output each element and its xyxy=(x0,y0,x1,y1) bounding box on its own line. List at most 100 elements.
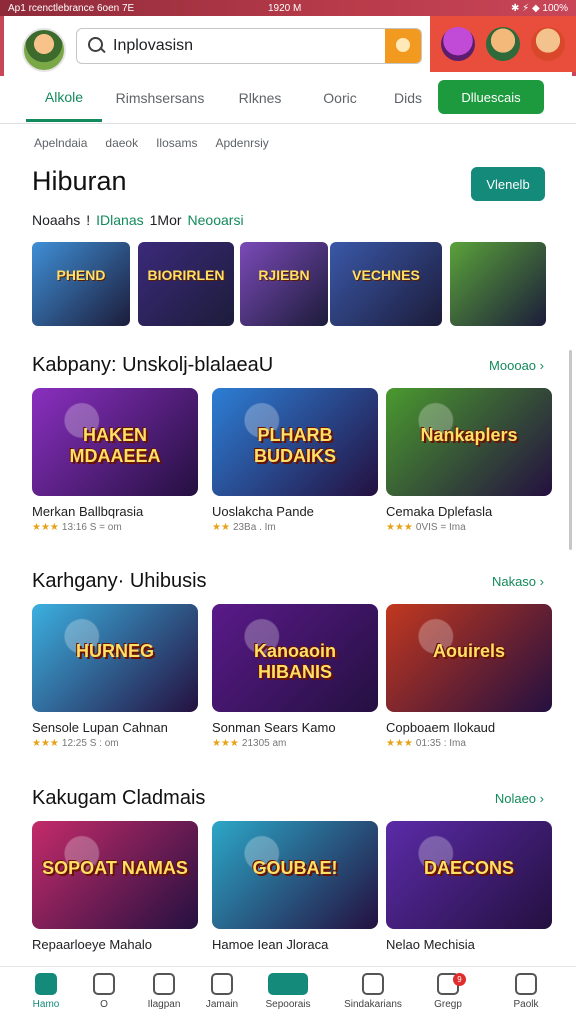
game-thumbnail: Kanoaoin HIBANIS xyxy=(212,604,378,712)
game-meta-text: 23Ba . Im xyxy=(232,522,276,533)
nav-item-home[interactable]: Hamo xyxy=(14,973,78,1010)
scrollbar[interactable] xyxy=(569,350,572,550)
search-input[interactable]: Inplovasisn xyxy=(113,37,385,55)
subtitle-line: Noaahs ! IDlanas 1Mor Neooarsi xyxy=(32,212,244,228)
thumbnail-title: HAKEN MDAAEEA xyxy=(69,424,161,466)
game-title: Repaarloeye Mahalo xyxy=(32,937,152,952)
game-meta-text: 13:16 S = om xyxy=(61,522,122,533)
tab-1[interactable]: Rimshsersans xyxy=(112,74,208,122)
clock-icon xyxy=(211,973,233,995)
view-all-button[interactable]: Vlenelb xyxy=(471,167,545,201)
chip-3[interactable]: Apdenrsiy xyxy=(215,136,268,150)
game-meta-text: 12:25 S : om xyxy=(61,738,119,749)
game-meta: ★★★ 01:35 : Ima xyxy=(386,738,552,749)
game-thumbnail: GOUBAE! xyxy=(212,821,378,929)
nav-item-7[interactable]: Paolk xyxy=(494,973,558,1010)
featured-thumb-3[interactable]: VECHNES xyxy=(330,242,442,326)
nav-item-6[interactable]: 9 Gregp xyxy=(416,973,480,1010)
game-card[interactable]: GOUBAE! Hamoe Iean Jloraca xyxy=(212,821,378,952)
subtitle-b[interactable]: IDlanas xyxy=(96,212,143,228)
game-meta-text: 21305 am xyxy=(241,738,287,749)
game-title: Sonman Sears Kamo xyxy=(212,720,336,735)
search-bar[interactable]: Inplovasisn xyxy=(76,28,422,64)
tab-4[interactable]: Dids xyxy=(382,74,434,122)
user-avatar[interactable] xyxy=(22,28,66,72)
game-meta-text: 0VIS = Ima xyxy=(415,522,466,533)
game-meta: ★★ 23Ba . Im xyxy=(212,522,378,533)
featured-thumb-0[interactable]: PHEND xyxy=(32,242,130,326)
chip-2[interactable]: Ilosams xyxy=(156,136,197,150)
game-card[interactable]: HURNEG Sensole Lupan Cahnan ★★★ 12:25 S :… xyxy=(32,604,198,749)
thumbnail-title: DAECONS xyxy=(423,857,514,878)
filter-chips: Apelndaia daeok Ilosams Apdenrsiy xyxy=(34,136,269,150)
tab-0[interactable]: Alkole xyxy=(26,74,102,122)
game-card[interactable]: PLHARB BUDAIKS Uoslakcha Pande ★★ 23Ba . … xyxy=(212,388,378,533)
nav-item-1[interactable]: O xyxy=(72,973,136,1010)
game-meta: ★★★ 13:16 S = om xyxy=(32,522,198,533)
chevron-right-icon: › xyxy=(539,791,544,806)
section-more-link[interactable]: Nakaso › xyxy=(492,574,544,589)
tab-bar: Alkole Rimshsersans Rlknes Ooric Dids Dl… xyxy=(0,74,576,124)
game-thumbnail: Nankaplers xyxy=(386,388,552,496)
status-time: 1920 M xyxy=(268,2,302,14)
nav-item-2[interactable]: Ilagpan xyxy=(132,973,196,1010)
game-card[interactable]: Kanoaoin HIBANIS Sonman Sears Kamo ★★★ 21… xyxy=(212,604,378,749)
tab-action-button[interactable]: Dlluescais xyxy=(438,80,544,114)
game-title: Uoslakcha Pande xyxy=(212,504,314,519)
category-icon xyxy=(268,973,308,995)
character-avatar-3[interactable] xyxy=(530,27,565,61)
tab-3[interactable]: Ooric xyxy=(306,74,374,122)
search-icon xyxy=(77,29,113,63)
nav-label: O xyxy=(100,999,108,1010)
thumbnail-title: Kanoaoin HIBANIS xyxy=(253,640,336,682)
game-title: Copboaem Ilokaud xyxy=(386,720,496,735)
section-more-link[interactable]: Moooao › xyxy=(489,358,544,373)
notification-badge: 9 xyxy=(453,973,466,986)
status-bar: Ap1 rcenctlebrance 6oen 7E 1920 M ✱ ⚡ ◆ … xyxy=(0,0,576,16)
nav-item-3[interactable]: Jamain xyxy=(190,973,254,1010)
games-icon xyxy=(153,973,175,995)
character-avatar-2[interactable] xyxy=(485,27,520,61)
character-avatar-1[interactable] xyxy=(441,27,476,61)
subtitle-d[interactable]: Neooarsi xyxy=(188,212,244,228)
rating-stars-icon: ★★★ xyxy=(212,738,239,749)
bottom-navigation: Hamo O Ilagpan Jamain Sepoorais Sindakar… xyxy=(0,966,576,1024)
chip-1[interactable]: daeok xyxy=(105,136,138,150)
nav-item-4[interactable]: Sepoorais xyxy=(256,973,320,1010)
rating-stars-icon: ★★★ xyxy=(32,522,59,533)
game-card[interactable]: HAKEN MDAAEEA Merkan Ballbqrasia ★★★ 13:1… xyxy=(32,388,198,533)
featured-thumb-text: PHEND xyxy=(56,267,106,284)
game-thumbnail: SOPOAT NAMAS xyxy=(32,821,198,929)
tab-2[interactable]: Rlknes xyxy=(222,74,298,122)
subtitle-c: 1Mor xyxy=(149,212,182,228)
chevron-right-icon: › xyxy=(539,574,544,589)
game-card[interactable]: SOPOAT NAMAS Repaarloeye Mahalo xyxy=(32,821,198,952)
lightning-icon xyxy=(93,973,115,995)
voice-search-icon[interactable] xyxy=(385,29,421,63)
game-title: Sensole Lupan Cahnan xyxy=(32,720,168,735)
thumbnail-title: GOUBAE! xyxy=(252,857,338,878)
featured-thumb-4[interactable] xyxy=(450,242,546,326)
game-thumbnail: Aouirels xyxy=(386,604,552,712)
game-meta: ★★★ 0VIS = Ima xyxy=(386,522,552,533)
section-more-link[interactable]: Nolaeo › xyxy=(495,791,544,806)
rating-stars-icon: ★★★ xyxy=(386,738,413,749)
game-card[interactable]: DAECONS Nelao Mechisia xyxy=(386,821,552,952)
featured-thumb-1[interactable]: BIORIRLEN xyxy=(138,242,234,326)
game-thumbnail: HAKEN MDAAEEA xyxy=(32,388,198,496)
subtitle-a: Noaahs xyxy=(32,212,81,228)
game-meta: ★★★ 12:25 S : om xyxy=(32,738,198,749)
featured-thumb-2[interactable]: RJIEBN xyxy=(240,242,328,326)
game-meta-text: 01:35 : Ima xyxy=(415,738,466,749)
game-thumbnail: DAECONS xyxy=(386,821,552,929)
nav-label: Gregp xyxy=(434,999,462,1010)
nav-item-5[interactable]: Sindakarians xyxy=(336,973,410,1010)
thumbnail-title: PLHARB BUDAIKS xyxy=(253,424,336,466)
featured-thumb-text: VECHNES xyxy=(352,267,420,284)
game-card[interactable]: Aouirels Copboaem Ilokaud ★★★ 01:35 : Ima xyxy=(386,604,552,749)
rating-stars-icon: ★★★ xyxy=(386,522,413,533)
game-card[interactable]: Nankaplers Cemaka Dplefasla ★★★ 0VIS = Im… xyxy=(386,388,552,533)
nav-label: Jamain xyxy=(205,999,239,1010)
thumbnail-title: Nankaplers xyxy=(420,424,518,445)
chip-0[interactable]: Apelndaia xyxy=(34,136,87,150)
